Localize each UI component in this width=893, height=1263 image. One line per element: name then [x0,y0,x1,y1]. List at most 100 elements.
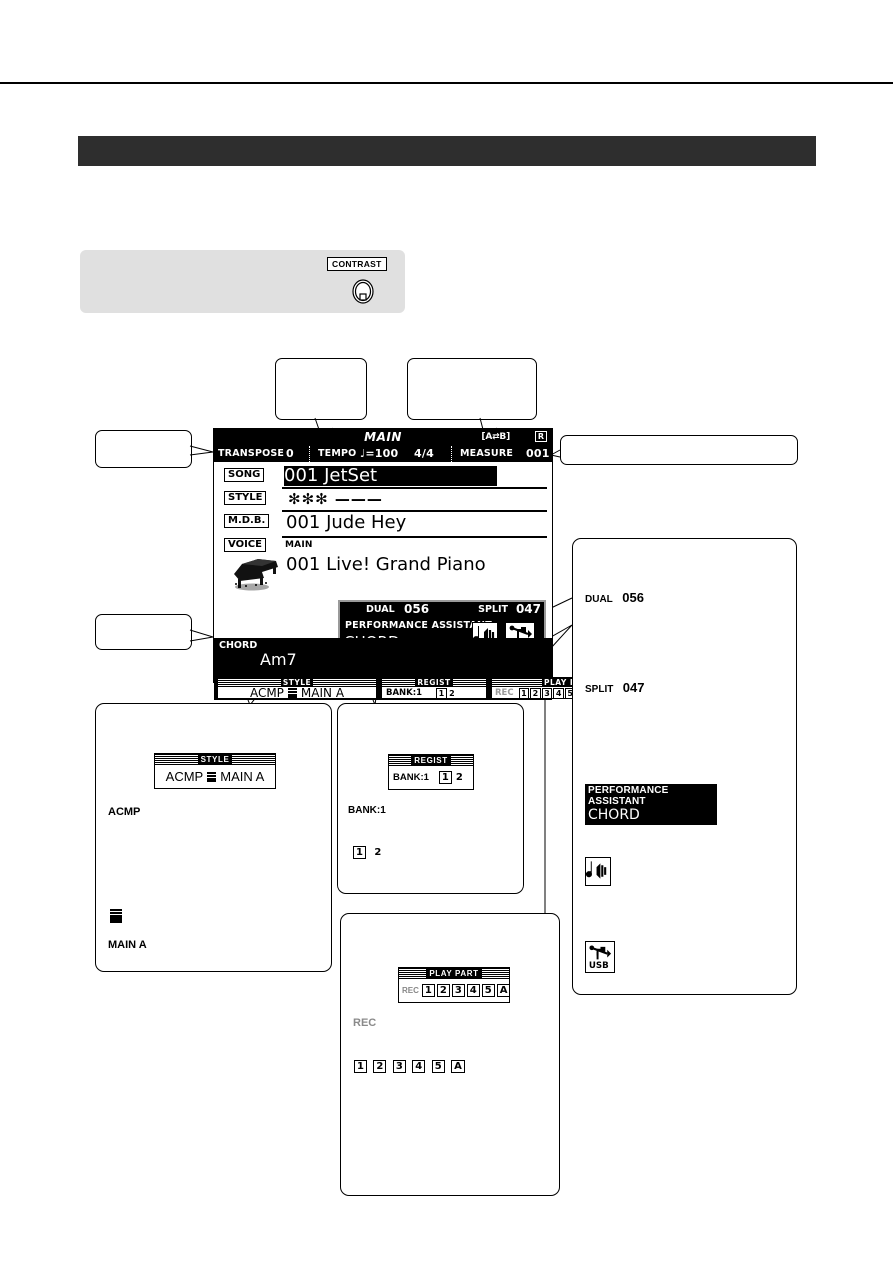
callout-balloon-transpose [95,430,192,468]
callout-balloon-measure [560,435,798,465]
regist-detail-button-note-1: 1 [353,846,366,859]
style-detail-chip-header: STYLE [155,754,275,765]
play-part-note-4: 4 [412,1060,426,1073]
regist-detail-bank-inline: BANK:1 [393,772,429,783]
style-panel-header: STYLE [218,678,376,687]
style-detail-chip-header-label: STYLE [197,755,233,764]
play-part-3[interactable]: 3 [541,687,553,699]
style-panel-row: ACMP MAIN A [218,686,376,700]
regist-detail-chip-header-label: REGIST [411,756,451,765]
style-section-label: MAIN A [300,686,345,700]
play-part-note-5: 5 [431,1060,445,1073]
regist-button-1[interactable]: 1 [436,687,447,699]
lcd-body: SONG 001 JetSet STYLE ✻✻✻ ——— M.D.B. 001… [214,462,552,657]
metronome-volume-icon [585,857,611,886]
style-tag: STYLE [224,491,267,505]
right-detail-split-label: SPLIT [585,684,614,695]
callout-balloon-chord [95,614,192,650]
svg-text:USB: USB [589,961,609,971]
play-part-detail-3: 3 [451,984,465,997]
song-tag: SONG [224,468,265,482]
play-part-1[interactable]: 1 [518,687,530,699]
mdb-row-underline [282,536,547,538]
transpose-value: 0 [286,447,294,460]
right-detail-dual: DUAL 056 [585,589,644,607]
right-channel-indicator: R [534,431,547,442]
page-header-rule [0,82,893,84]
regist-detail-button-note-2: 2 [374,847,382,858]
style-detail-callout: STYLE ACMP MAIN A ACMP MAIN A [95,703,332,972]
regist-bank-label: BANK:1 [386,688,423,698]
play-part-note-1: 1 [354,1060,367,1073]
measure-label: MEASURE [460,448,514,459]
lcd-display: MAIN [A⇄B] R TRANSPOSE 0 TEMPO ♩=100 4/4… [213,428,646,700]
regist-status-panel[interactable]: REGIST BANK:1 1 2 [381,677,487,699]
right-detail-pa-label: PERFORMANCE ASSISTANT [588,785,669,807]
regist-detail-callout: REGIST BANK:1 1 2 BANK:1 1 2 [337,703,524,894]
mdb-value: 001 Jude Hey [286,512,407,533]
right-detail-pa-value: CHORD [588,807,640,823]
dual-value: 056 [404,602,430,616]
play-part-detail-a: A [496,984,511,997]
regist-detail-buttons-note: 1 2 [352,842,384,860]
contrast-panel: CONTRAST [80,250,405,313]
regist-detail-chip-header: REGIST [389,755,473,766]
style-section-bars-icon [287,688,297,698]
song-row-underline [282,487,547,489]
style-detail-chip-row: ACMP MAIN A [155,765,275,788]
performance-assistant-label: PERFORMANCE ASSISTANT [345,620,492,631]
right-detail-dual-label: DUAL [585,594,613,605]
right-detail-callout: DUAL 056 SPLIT 047 PERFORMANCE ASSISTANT… [572,538,797,995]
chord-value: Am7 [260,650,297,669]
play-part-2[interactable]: 2 [530,687,541,699]
regist-detail-bank-note: BANK:1 [348,805,386,816]
regist-panel-header-label: REGIST [415,678,453,687]
acmp-label: ACMP [249,686,284,700]
dual-label: DUAL [366,604,395,615]
regist-detail-chip: REGIST BANK:1 1 2 [388,754,474,790]
play-part-detail-chip: PLAY PART REC 1 2 3 4 5 A [398,967,511,1003]
mdb-tag: M.D.B. [224,514,270,528]
play-part-detail-rec-note: REC [353,1017,377,1029]
style-detail-acmp-note: ACMP [108,806,141,818]
transpose-label: TRANSPOSE [218,448,285,459]
usb-icon: USB [585,941,615,973]
play-part-detail-callout: PLAY PART REC 1 2 3 4 5 A REC 1 2 3 4 5 … [340,913,560,1196]
lcd-status-row: TRANSPOSE 0 TEMPO ♩=100 4/4 MEASURE 001 [214,446,552,462]
voice-part-label: MAIN [285,540,313,550]
tempo-label: TEMPO [318,448,357,459]
voice-value: 001 Live! Grand Piano [286,554,486,575]
regist-detail-button-1: 1 [438,771,452,784]
play-part-detail-4: 4 [466,984,480,997]
regist-detail-button-2: 2 [455,772,463,783]
play-part-detail-chip-header: PLAY PART [399,968,509,979]
right-detail-split-value: 047 [622,680,645,695]
play-part-detail-2: 2 [436,984,450,997]
play-part-detail-1: 1 [421,984,435,997]
style-detail-section-note: MAIN A [108,939,147,951]
rec-label: REC [495,688,514,698]
chord-label: CHORD [219,640,258,651]
voice-tag: VOICE [224,538,266,552]
section-heading-bar [78,136,816,166]
style-detail-chip: STYLE ACMP MAIN A [154,753,276,789]
lcd-title-bar: MAIN [A⇄B] R [214,429,552,446]
play-part-4[interactable]: 4 [553,687,564,699]
regist-button-2[interactable]: 2 [448,689,457,698]
style-status-panel[interactable]: STYLE ACMP MAIN A [217,677,377,700]
rotary-knob-icon[interactable] [352,279,374,304]
play-part-note-a: A [451,1060,465,1073]
ab-repeat-indicator: [A⇄B] [481,432,510,442]
style-section-bars-icon [207,771,217,782]
lcd-chord-bar: CHORD Am7 [214,638,552,676]
play-part-detail-chip-row: REC 1 2 3 4 5 A [399,979,511,1002]
play-part-note-2: 2 [373,1060,387,1073]
measure-value: 001 [526,447,550,460]
callout-balloon-tempo [275,358,367,420]
regist-panel-header: REGIST [382,678,486,687]
play-part-detail-chip-header-label: PLAY PART [426,969,482,978]
right-detail-dual-value: 056 [622,590,644,605]
style-value: ✻✻✻ ——— [288,490,383,508]
status-separator-2 [451,446,452,462]
song-value: 001 JetSet [284,466,497,486]
